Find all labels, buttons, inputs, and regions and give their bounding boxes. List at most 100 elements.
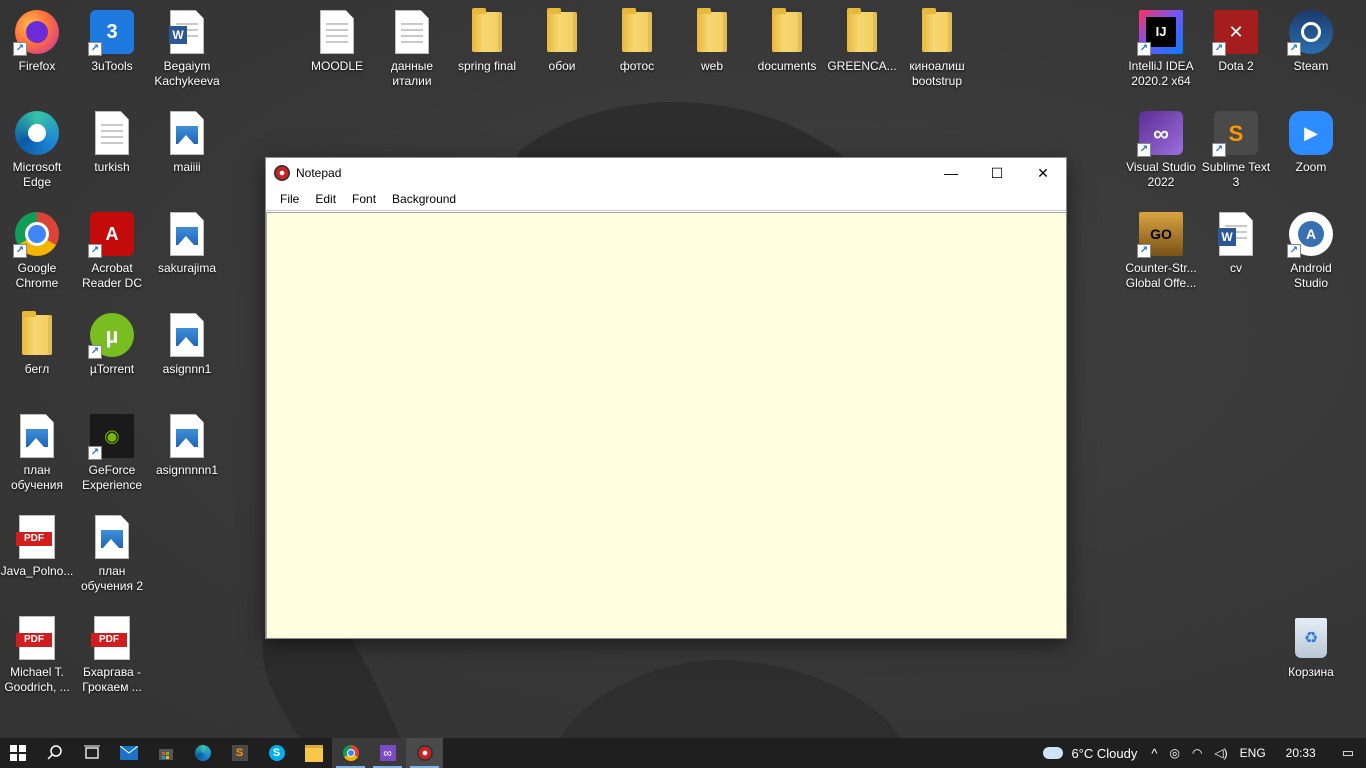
icon-label: Begaiym Kachykeeva bbox=[154, 59, 220, 88]
image-file-icon bbox=[163, 311, 211, 359]
weather-widget[interactable]: 6°C Cloudy bbox=[1043, 746, 1145, 761]
icon-label: план обучения 2 bbox=[80, 564, 144, 593]
task-view-icon bbox=[83, 745, 100, 759]
desktop-icon-recycle-bin[interactable]: ♻ Корзина bbox=[1274, 612, 1348, 708]
volume-icon[interactable]: ◁) bbox=[1208, 746, 1233, 760]
icon-label: Michael T. Goodrich, ... bbox=[4, 665, 70, 694]
desktop-icon-cv[interactable]: W cv bbox=[1199, 208, 1273, 304]
task-view-button[interactable] bbox=[73, 738, 110, 768]
desktop-icon-geforce[interactable]: ◉ ↗ GeForce Experience bbox=[75, 410, 149, 506]
menu-background[interactable]: Background bbox=[384, 188, 464, 210]
desktop-icon-asignnn1[interactable]: asignnn1 bbox=[150, 309, 224, 405]
desktop-icon-begl[interactable]: бегл bbox=[0, 309, 74, 405]
icon-label: turkish bbox=[94, 160, 130, 174]
desktop-icon-sublime[interactable]: S ↗ Sublime Text 3 bbox=[1199, 107, 1273, 203]
chevron-up-icon[interactable]: ^ bbox=[1145, 746, 1163, 761]
clock[interactable]: 20:33 bbox=[1272, 746, 1330, 760]
minimize-button[interactable]: — bbox=[928, 158, 974, 188]
image-file-icon bbox=[13, 412, 61, 460]
icon-label: Steam bbox=[1293, 59, 1329, 73]
desktop-icon-sakurajima[interactable]: sakurajima bbox=[150, 208, 224, 304]
chrome-icon bbox=[342, 745, 359, 761]
start-button[interactable] bbox=[0, 738, 36, 768]
text-document-icon bbox=[313, 8, 361, 56]
image-file-icon bbox=[163, 412, 211, 460]
desktop-icon-web[interactable]: web bbox=[675, 6, 749, 102]
desktop-icon-java-polno[interactable]: PDF Java_Polno... bbox=[0, 511, 74, 607]
meet-now-icon[interactable]: ◎ bbox=[1163, 746, 1185, 760]
taskbar-skype[interactable]: S bbox=[258, 738, 295, 768]
desktop-icon-zoom[interactable]: ▶ Zoom bbox=[1274, 107, 1348, 203]
desktop-icon-goodrich[interactable]: PDF Michael T. Goodrich, ... bbox=[0, 612, 74, 708]
notification-icon[interactable]: ▭ bbox=[1330, 745, 1366, 761]
text-editor-area[interactable] bbox=[266, 212, 1066, 638]
system-tray: 6°C Cloudy ^ ◎ ◠ ◁) ENG 20:33 ▭ bbox=[1043, 738, 1366, 768]
taskbar-notepad[interactable] bbox=[406, 738, 443, 768]
icon-label: maiiii bbox=[173, 160, 201, 174]
title-bar[interactable]: Notepad — ☐ ✕ bbox=[266, 158, 1066, 188]
desktop-icon-moodle[interactable]: MOODLE bbox=[300, 6, 374, 102]
desktop-icon-acrobat[interactable]: A ↗ Acrobat Reader DC bbox=[75, 208, 149, 304]
desktop-icon-asignnnnn1[interactable]: asignnnnn1 bbox=[150, 410, 224, 506]
desktop-icon-chrome[interactable]: ↗ Google Chrome bbox=[0, 208, 74, 304]
desktop-icon-edge[interactable]: Microsoft Edge bbox=[0, 107, 74, 203]
intellij-icon: IJ ↗ bbox=[1137, 8, 1185, 56]
desktop-icon-3utools[interactable]: 3 ↗ 3uTools bbox=[75, 6, 149, 102]
desktop-icon-visual-studio[interactable]: ∞ ↗ Visual Studio 2022 bbox=[1124, 107, 1198, 203]
desktop-icon-greenca[interactable]: GREENCA... bbox=[825, 6, 899, 102]
icon-label: Sublime Text 3 bbox=[1201, 160, 1271, 189]
icon-label: sakurajima bbox=[157, 261, 217, 275]
android-studio-icon: A ↗ bbox=[1287, 210, 1335, 258]
icon-label: Acrobat Reader DC bbox=[81, 261, 143, 290]
taskbar-sublime[interactable]: S bbox=[221, 738, 258, 768]
desktop-icon-steam[interactable]: ↗ Steam bbox=[1274, 6, 1348, 102]
icon-label: фотос bbox=[619, 59, 655, 73]
shortcut-arrow-icon: ↗ bbox=[1212, 143, 1226, 157]
desktop-icon-plan[interactable]: план обучения bbox=[0, 410, 74, 506]
taskbar-mail[interactable] bbox=[110, 738, 147, 768]
dota2-icon: ✕ ↗ bbox=[1212, 8, 1260, 56]
icon-label: киноалиш bootstrup bbox=[909, 59, 965, 88]
desktop-icon-maiiii[interactable]: maiiii bbox=[150, 107, 224, 203]
wifi-icon[interactable]: ◠ bbox=[1186, 746, 1208, 760]
search-button[interactable] bbox=[36, 738, 73, 768]
desktop-icon-dannye-italii[interactable]: данные италии bbox=[375, 6, 449, 102]
maximize-button[interactable]: ☐ bbox=[974, 158, 1020, 188]
shortcut-arrow-icon: ↗ bbox=[13, 244, 27, 258]
desktop-icon-plan-2[interactable]: план обучения 2 bbox=[75, 511, 149, 607]
language-indicator[interactable]: ENG bbox=[1234, 746, 1272, 760]
steam-icon: ↗ bbox=[1287, 8, 1335, 56]
desktop-icon-csgo[interactable]: GO ↗ Counter-Str... Global Offe... bbox=[1124, 208, 1198, 304]
menu-file[interactable]: File bbox=[272, 188, 307, 210]
menu-font[interactable]: Font bbox=[344, 188, 384, 210]
desktop-icon-oboi[interactable]: обои bbox=[525, 6, 599, 102]
visual-studio-icon: ∞ bbox=[379, 745, 396, 761]
shortcut-arrow-icon: ↗ bbox=[13, 42, 27, 56]
desktop-icon-begaiym[interactable]: W Begaiym Kachykeeva bbox=[150, 6, 224, 102]
desktop-icon-kinoalish[interactable]: киноалиш bootstrup bbox=[900, 6, 974, 102]
icon-label: план обучения bbox=[10, 463, 64, 492]
desktop-icon-dota2[interactable]: ✕ ↗ Dota 2 bbox=[1199, 6, 1273, 102]
taskbar-chrome[interactable] bbox=[332, 738, 369, 768]
taskbar: S S ∞ 6°C Cloudy ^ ◎ ◠ ◁) ENG 20:33 ▭ bbox=[0, 738, 1366, 768]
close-button[interactable]: ✕ bbox=[1020, 158, 1066, 188]
icon-label: Android Studio bbox=[1290, 261, 1332, 290]
desktop-icon-android-studio[interactable]: A ↗ Android Studio bbox=[1274, 208, 1348, 304]
desktop-icon-turkish[interactable]: turkish bbox=[75, 107, 149, 203]
taskbar-store[interactable] bbox=[147, 738, 184, 768]
desktop-icon-intellij[interactable]: IJ ↗ IntelliJ IDEA 2020.2 x64 bbox=[1124, 6, 1198, 102]
menu-edit[interactable]: Edit bbox=[307, 188, 344, 210]
folder-icon bbox=[538, 8, 586, 56]
taskbar-file-explorer[interactable] bbox=[295, 738, 332, 768]
desktop-icon-documents[interactable]: documents bbox=[750, 6, 824, 102]
desktop-icon-bhargava[interactable]: PDF Бхаргава - Грокаем ... bbox=[75, 612, 149, 708]
taskbar-visual-studio[interactable]: ∞ bbox=[369, 738, 406, 768]
visual-studio-icon: ∞ ↗ bbox=[1137, 109, 1185, 157]
desktop-icon-spring-final[interactable]: spring final bbox=[450, 6, 524, 102]
desktop-icon-firefox[interactable]: ↗ Firefox bbox=[0, 6, 74, 102]
window-title: Notepad bbox=[296, 166, 342, 180]
desktop-icon-fotos[interactable]: фотос bbox=[600, 6, 674, 102]
taskbar-edge[interactable] bbox=[184, 738, 221, 768]
icon-label: Zoom bbox=[1295, 160, 1327, 174]
desktop-icon-utorrent[interactable]: µ ↗ µTorrent bbox=[75, 309, 149, 405]
